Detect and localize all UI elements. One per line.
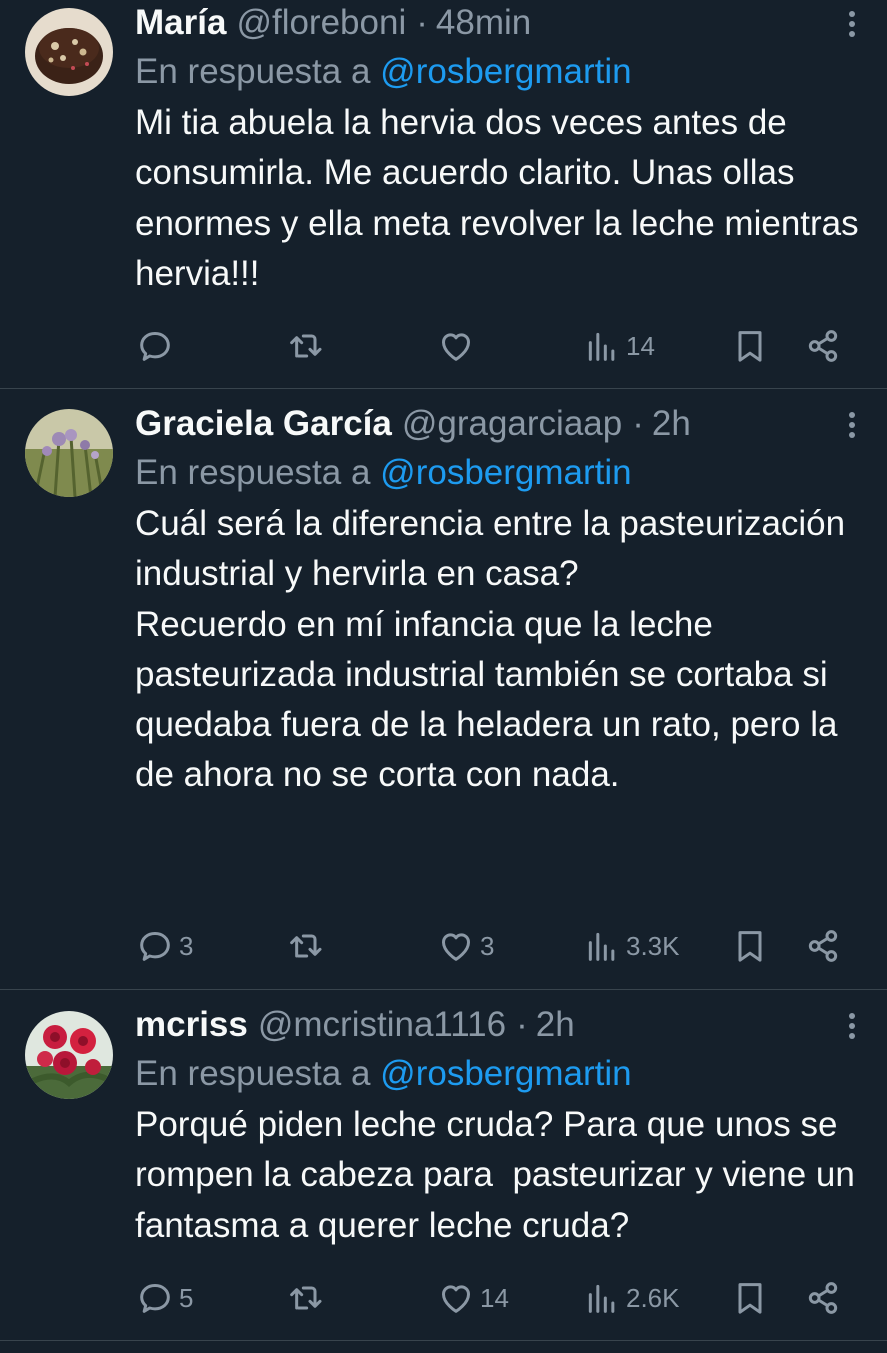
bookmark-button[interactable] (730, 924, 770, 968)
share-button[interactable] (803, 324, 843, 368)
views-count: 2.6K (626, 1282, 680, 1313)
share-button[interactable] (803, 924, 843, 968)
share-icon (808, 930, 838, 962)
display-name[interactable]: María (135, 0, 226, 46)
reply-mention-link[interactable]: @rosbergmartin (380, 52, 631, 91)
tweet-paragraph: Cuál será la diferencia entre la pasteur… (135, 504, 846, 594)
reply-button[interactable]: 3 (135, 924, 193, 968)
views-icon (588, 932, 615, 961)
user-handle[interactable]: @mcristina1116 (258, 1002, 506, 1048)
bookmark-icon (738, 1283, 762, 1314)
bookmark-button[interactable] (730, 1276, 770, 1320)
separator-dot: · (416, 3, 428, 42)
retweet-icon (290, 1286, 322, 1310)
views-icon (588, 332, 615, 361)
reply-icon (140, 1284, 170, 1313)
share-button[interactable] (803, 1276, 843, 1320)
reply-mention-link[interactable]: @rosbergmartin (380, 453, 631, 492)
tweet-paragraph: Recuerdo en mí infancia que la leche pas… (135, 604, 838, 795)
share-icon (808, 1282, 838, 1314)
heart-icon (442, 333, 470, 361)
views-button[interactable]: 3.3K (582, 924, 680, 968)
bookmark-button[interactable] (730, 324, 770, 368)
reply-icon (140, 332, 170, 361)
tweet-header: Graciela García @gragarciaap · 2h (135, 401, 859, 447)
avatar[interactable] (25, 8, 113, 96)
heart-icon (442, 1285, 470, 1313)
retweet-icon (290, 334, 322, 358)
retweet-button[interactable] (285, 1276, 329, 1320)
heart-icon (442, 933, 470, 961)
retweet-icon (290, 934, 322, 958)
share-icon (808, 330, 838, 362)
reply-mention-link[interactable]: @rosbergmartin (380, 1054, 631, 1093)
retweet-button[interactable] (285, 924, 329, 968)
reply-button[interactable]: 5 (135, 1276, 193, 1320)
timestamp[interactable]: 48min (436, 0, 531, 46)
reply-context: En respuesta a @rosbergmartin (135, 449, 859, 497)
tweet-1[interactable]: María @floreboni · 48min En respuesta a … (0, 0, 887, 389)
reply-prefix: En respuesta a (135, 1054, 371, 1093)
user-handle[interactable]: @floreboni (236, 0, 406, 46)
views-icon (588, 1284, 615, 1313)
like-button[interactable]: 14 (436, 1276, 509, 1320)
tweet-text: Cuál será la diferencia entre la pasteur… (135, 499, 859, 801)
reply-prefix: En respuesta a (135, 453, 371, 492)
like-button[interactable] (436, 324, 480, 368)
display-name[interactable]: mcriss (135, 1002, 248, 1048)
user-handle[interactable]: @gragarciaap (402, 401, 622, 447)
more-vertical-icon[interactable] (837, 405, 867, 445)
tweet-header: María @floreboni · 48min (135, 0, 859, 46)
views-button[interactable]: 2.6K (582, 1276, 680, 1320)
like-count: 14 (480, 1282, 509, 1313)
display-name[interactable]: Graciela García (135, 401, 392, 447)
avatar[interactable] (25, 1011, 113, 1099)
reply-icon (140, 932, 170, 961)
retweet-button[interactable] (285, 324, 329, 368)
more-vertical-icon[interactable] (837, 4, 867, 44)
bookmark-icon (738, 331, 762, 362)
timestamp[interactable]: 2h (536, 1002, 575, 1048)
tweet-paragraph: Mi tia abuela la hervia dos veces antes … (135, 103, 859, 293)
like-button[interactable]: 3 (436, 924, 494, 968)
reply-count: 5 (179, 1282, 194, 1313)
tweet-text: Porqué piden leche cruda? Para que unos … (135, 1100, 859, 1251)
more-vertical-icon[interactable] (837, 1006, 867, 1046)
like-count: 3 (480, 930, 495, 961)
separator-dot: · (516, 1005, 528, 1044)
reply-count: 3 (179, 930, 194, 961)
avatar[interactable] (25, 409, 113, 497)
reply-button[interactable] (135, 324, 179, 368)
tweet-3[interactable]: mcriss @mcristina1116 · 2h En respuesta … (0, 990, 887, 1341)
reply-context: En respuesta a @rosbergmartin (135, 1050, 859, 1098)
tweet-paragraph: Porqué piden leche cruda? Para que unos … (135, 1105, 865, 1245)
action-bar: 14 (135, 324, 845, 368)
bookmark-icon (738, 931, 762, 962)
tweet-2[interactable]: Graciela García @gragarciaap · 2h En res… (0, 389, 887, 990)
tweet-header: mcriss @mcristina1116 · 2h (135, 1002, 859, 1048)
tweet-text: Mi tia abuela la hervia dos veces antes … (135, 98, 859, 299)
views-count: 14 (626, 330, 655, 361)
reply-prefix: En respuesta a (135, 52, 371, 91)
action-bar: 5 14 2.6K (135, 1276, 845, 1320)
views-button[interactable]: 14 (582, 324, 655, 368)
views-count: 3.3K (626, 930, 680, 961)
reply-context: En respuesta a @rosbergmartin (135, 48, 859, 96)
timestamp[interactable]: 2h (652, 401, 691, 447)
separator-dot: · (632, 404, 644, 443)
action-bar: 3 3 3.3K (135, 924, 845, 968)
